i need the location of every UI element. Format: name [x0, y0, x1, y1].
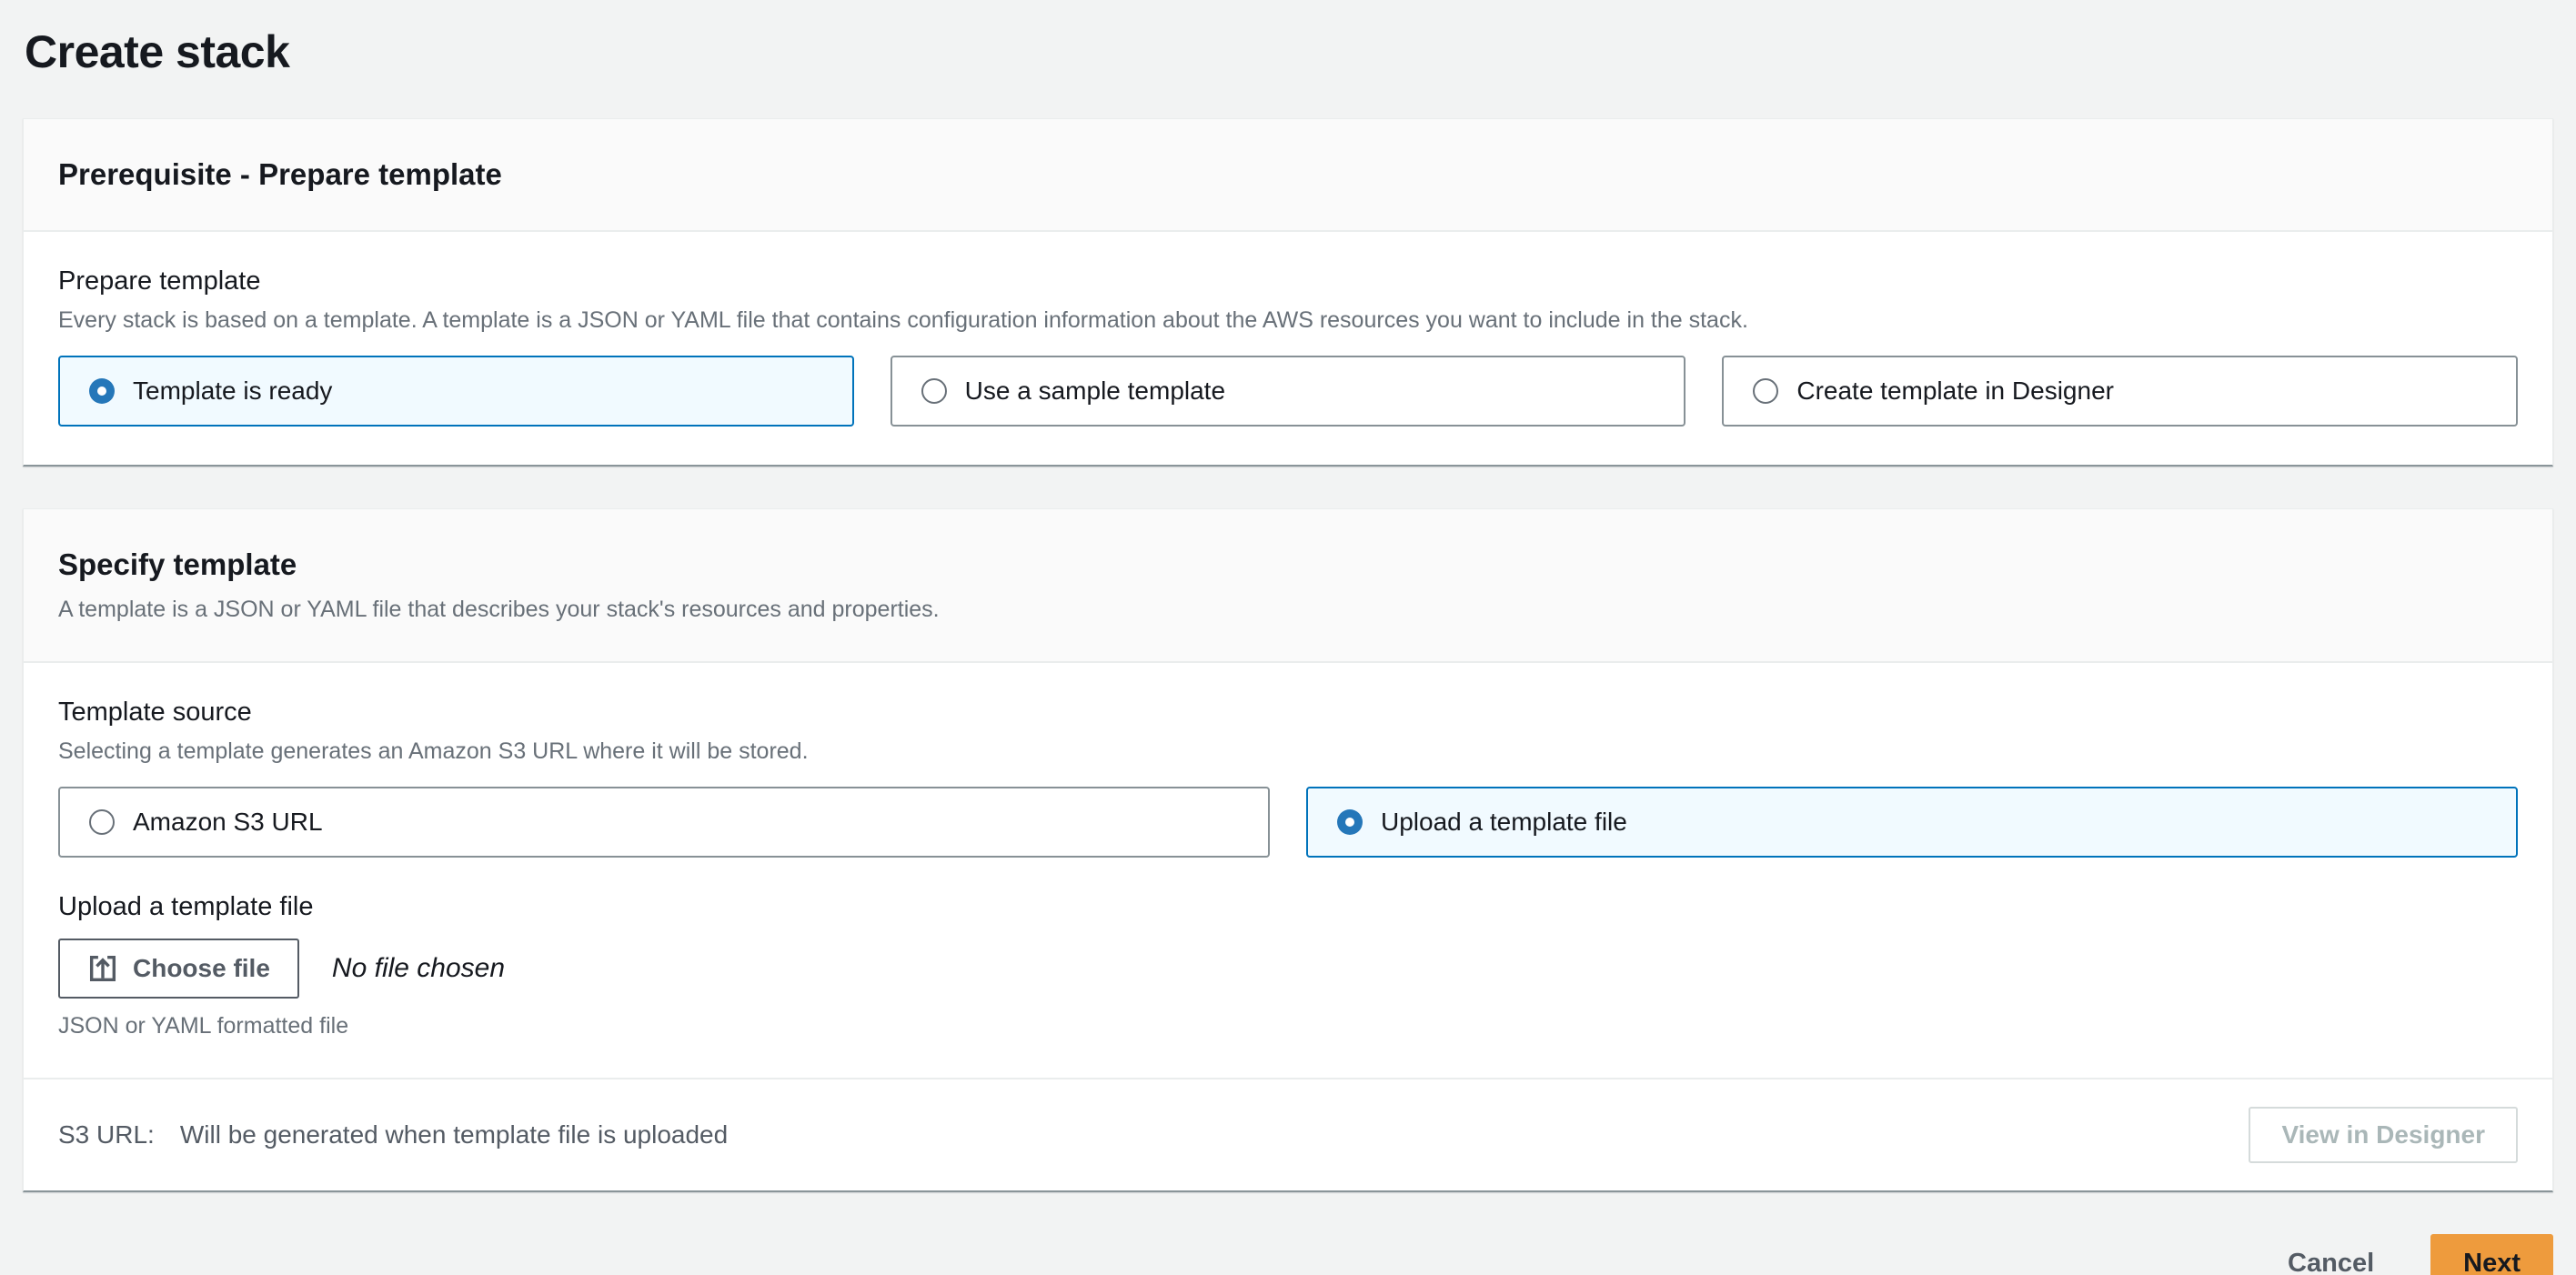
upload-icon [87, 953, 118, 984]
template-source-description: Selecting a template generates an Amazon… [58, 738, 809, 764]
specify-template-description: A template is a JSON or YAML file that d… [58, 597, 940, 622]
radio-tile-template-is-ready[interactable]: Template is ready [58, 356, 854, 427]
create-stack-page: Create stack Prerequisite - Prepare temp… [0, 0, 2576, 1275]
next-button[interactable]: Next [2430, 1234, 2553, 1275]
template-source-label: Template source [58, 698, 252, 727]
prerequisite-card-body: Prepare template Every stack is based on… [24, 232, 2552, 465]
template-source-options: Amazon S3 URL Upload a template file [58, 787, 2518, 858]
radio-tile-label: Use a sample template [964, 376, 1226, 405]
prerequisite-card-title: Prerequisite - Prepare template [58, 157, 502, 191]
s3-url-value: Will be generated when template file is … [179, 1120, 729, 1149]
radio-unselected-icon[interactable] [1753, 378, 1779, 404]
radio-unselected-icon[interactable] [89, 809, 115, 835]
radio-tile-use-sample-template[interactable]: Use a sample template [890, 356, 1686, 427]
upload-template-file-label: Upload a template file [58, 892, 314, 921]
file-status-text: No file chosen [331, 953, 506, 983]
upload-template-file-section: Upload a template file Choose file No fi [58, 892, 2518, 1039]
wizard-actions: Cancel Next [23, 1234, 2553, 1275]
prepare-template-options: Template is ready Use a sample template … [58, 356, 2519, 427]
radio-selected-icon[interactable] [1337, 809, 1363, 835]
specify-template-title: Specify template [58, 547, 297, 581]
prepare-template-label: Prepare template [58, 266, 261, 296]
specify-template-card-header: Specify template A template is a JSON or… [24, 509, 2552, 663]
radio-tile-label: Amazon S3 URL [133, 808, 323, 836]
choose-file-label: Choose file [133, 954, 270, 982]
specify-template-card-body: Template source Selecting a template gen… [24, 663, 2552, 1078]
radio-selected-icon[interactable] [89, 378, 115, 404]
cancel-button[interactable]: Cancel [2288, 1249, 2374, 1275]
radio-tile-label: Upload a template file [1381, 808, 1627, 836]
upload-format-hint: JSON or YAML formatted file [58, 1013, 349, 1039]
s3-url-label: S3 URL: [58, 1120, 155, 1149]
prerequisite-card: Prerequisite - Prepare template Prepare … [23, 118, 2553, 467]
choose-file-row: Choose file No file chosen [58, 939, 2518, 999]
prepare-template-description: Every stack is based on a template. A te… [58, 307, 1748, 333]
prerequisite-card-header: Prerequisite - Prepare template [24, 119, 2552, 232]
s3-url-row: S3 URL: Will be generated when template … [58, 1120, 728, 1150]
view-in-designer-button[interactable]: View in Designer [2249, 1107, 2518, 1163]
radio-tile-upload-template-file[interactable]: Upload a template file [1306, 787, 2518, 858]
radio-tile-label: Template is ready [133, 376, 333, 405]
page-title: Create stack [25, 26, 290, 77]
radio-tile-amazon-s3-url[interactable]: Amazon S3 URL [58, 787, 1270, 858]
radio-tile-create-template-in-designer[interactable]: Create template in Designer [1722, 356, 2519, 427]
choose-file-button[interactable]: Choose file [58, 939, 299, 999]
specify-template-card-footer: S3 URL: Will be generated when template … [24, 1078, 2552, 1190]
specify-template-card: Specify template A template is a JSON or… [23, 508, 2553, 1192]
radio-unselected-icon[interactable] [921, 378, 947, 404]
radio-tile-label: Create template in Designer [1796, 376, 2114, 405]
